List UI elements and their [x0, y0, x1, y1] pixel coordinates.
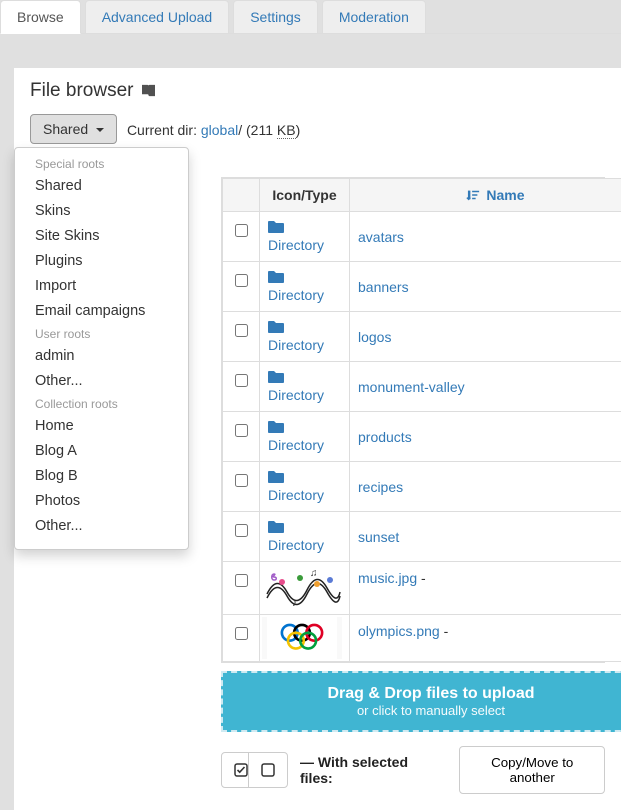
dropdown-item-other-[interactable]: Other... [15, 369, 188, 394]
shared-dropdown-label: Shared [43, 121, 88, 137]
thumbnail[interactable] [262, 617, 347, 659]
file-browser-panel: File browser Shared Current dir: global/… [14, 68, 621, 810]
with-selected-label: — With selected files: [300, 754, 427, 786]
file-name-link[interactable]: recipes [358, 479, 403, 495]
dropzone-title: Drag & Drop files to upload [223, 685, 621, 703]
dropdown-item-home[interactable]: Home [15, 414, 188, 439]
action-bar: — With selected files: Copy/Move to anot… [221, 746, 605, 794]
dropdown-section-collection: Collection roots [15, 394, 188, 414]
panel-header: File browser [14, 68, 621, 114]
type-directory-link[interactable]: Directory [268, 537, 324, 553]
type-directory-link[interactable]: Directory [268, 437, 324, 453]
file-name-link[interactable]: banners [358, 279, 409, 295]
dropdown-item-plugins[interactable]: Plugins [15, 249, 188, 274]
tab-settings[interactable]: Settings [233, 0, 318, 33]
svg-text:♫: ♫ [310, 568, 318, 579]
dropdown-item-photos[interactable]: Photos [15, 489, 188, 514]
row-checkbox[interactable] [235, 524, 248, 537]
caret-down-icon [96, 128, 104, 132]
current-dir-label: Current dir: [127, 122, 197, 138]
panel-body: Shared Current dir: global/ (211 KB) Spe… [14, 114, 621, 810]
file-name-link[interactable]: monument-valley [358, 379, 465, 395]
dropdown-section-special: Special roots [15, 154, 188, 174]
tab-browse[interactable]: Browse [0, 0, 81, 34]
type-directory-link[interactable]: Directory [268, 287, 324, 303]
type-directory-link[interactable]: Directory [268, 387, 324, 403]
col-name[interactable]: Name [350, 179, 621, 212]
table-row: ♪♫music.jpg - [223, 562, 621, 615]
dropdown-item-blog-b[interactable]: Blog B [15, 464, 188, 489]
dropdown-item-skins[interactable]: Skins [15, 199, 188, 224]
page-title: File browser [30, 80, 133, 101]
select-none-button[interactable] [248, 752, 288, 788]
table-row: Directory sunset [223, 512, 621, 562]
table-row: Directory recipes [223, 462, 621, 512]
current-dir-size-suffix: ) [296, 122, 301, 138]
tab-moderation[interactable]: Moderation [322, 0, 426, 33]
row-checkbox[interactable] [235, 627, 248, 640]
table-row: Directory products [223, 412, 621, 462]
dropdown-item-site-skins[interactable]: Site Skins [15, 224, 188, 249]
roots-dropdown: Special roots SharedSkinsSite SkinsPlugi… [14, 147, 189, 550]
file-name-link[interactable]: music.jpg [358, 570, 417, 586]
file-table: Icon/Type Name Directory avatars Director… [222, 178, 621, 662]
type-directory-link[interactable]: Directory [268, 487, 324, 503]
shared-dropdown-button[interactable]: Shared [30, 114, 117, 144]
current-dir-path[interactable]: global [201, 122, 238, 138]
type-directory-link[interactable]: Directory [268, 337, 324, 353]
file-name-link[interactable]: olympics.png [358, 623, 440, 639]
row-checkbox[interactable] [235, 574, 248, 587]
folder-icon [268, 221, 284, 237]
copy-move-button[interactable]: Copy/Move to another [459, 746, 605, 794]
book-icon [139, 80, 156, 101]
file-name-link[interactable]: avatars [358, 229, 404, 245]
col-name-label: Name [486, 187, 524, 203]
type-directory-link[interactable]: Directory [268, 237, 324, 253]
row-checkbox[interactable] [235, 324, 248, 337]
file-name-link[interactable]: sunset [358, 529, 399, 545]
thumbnail[interactable]: ♪♫ [262, 564, 347, 612]
dropzone-sub: or click to manually select [223, 703, 621, 718]
folder-icon [268, 371, 284, 387]
dropzone[interactable]: Drag & Drop files to upload or click to … [221, 671, 621, 732]
tab-advanced-upload[interactable]: Advanced Upload [85, 0, 230, 33]
dropdown-item-other-[interactable]: Other... [15, 514, 188, 539]
folder-icon [268, 421, 284, 437]
folder-icon [268, 271, 284, 287]
folder-icon [268, 471, 284, 487]
table-row: Directory banners [223, 262, 621, 312]
col-icon-type: Icon/Type [260, 179, 350, 212]
dropdown-item-import[interactable]: Import [15, 274, 188, 299]
row-checkbox[interactable] [235, 424, 248, 437]
dropdown-item-blog-a[interactable]: Blog A [15, 439, 188, 464]
table-row: Directory avatars [223, 212, 621, 262]
folder-icon [268, 521, 284, 537]
current-dir: Current dir: global/ (211 KB) [127, 122, 300, 138]
current-dir-size-abbr: KB [277, 122, 296, 139]
file-suffix: - [417, 570, 426, 586]
current-dir-size-prefix: (211 [242, 122, 277, 138]
dropdown-item-email-campaigns[interactable]: Email campaigns [15, 299, 188, 324]
tab-bar: Browse Advanced Upload Settings Moderati… [0, 0, 621, 34]
row-checkbox[interactable] [235, 224, 248, 237]
row-checkbox[interactable] [235, 274, 248, 287]
file-name-link[interactable]: products [358, 429, 412, 445]
file-table-wrap: Icon/Type Name Directory avatars Director… [221, 177, 605, 663]
col-checkbox [223, 179, 260, 212]
file-name-link[interactable]: logos [358, 329, 391, 345]
dropdown-section-user: User roots [15, 324, 188, 344]
file-suffix: - [440, 623, 449, 639]
table-row: Directory monument-valley [223, 362, 621, 412]
table-row: Directory logos [223, 312, 621, 362]
svg-text:♪: ♪ [292, 598, 297, 609]
dropdown-item-admin[interactable]: admin [15, 344, 188, 369]
row-checkbox[interactable] [235, 474, 248, 487]
row-checkbox[interactable] [235, 374, 248, 387]
dropdown-item-shared[interactable]: Shared [15, 174, 188, 199]
folder-icon [268, 321, 284, 337]
table-row: olympics.png - [223, 615, 621, 662]
